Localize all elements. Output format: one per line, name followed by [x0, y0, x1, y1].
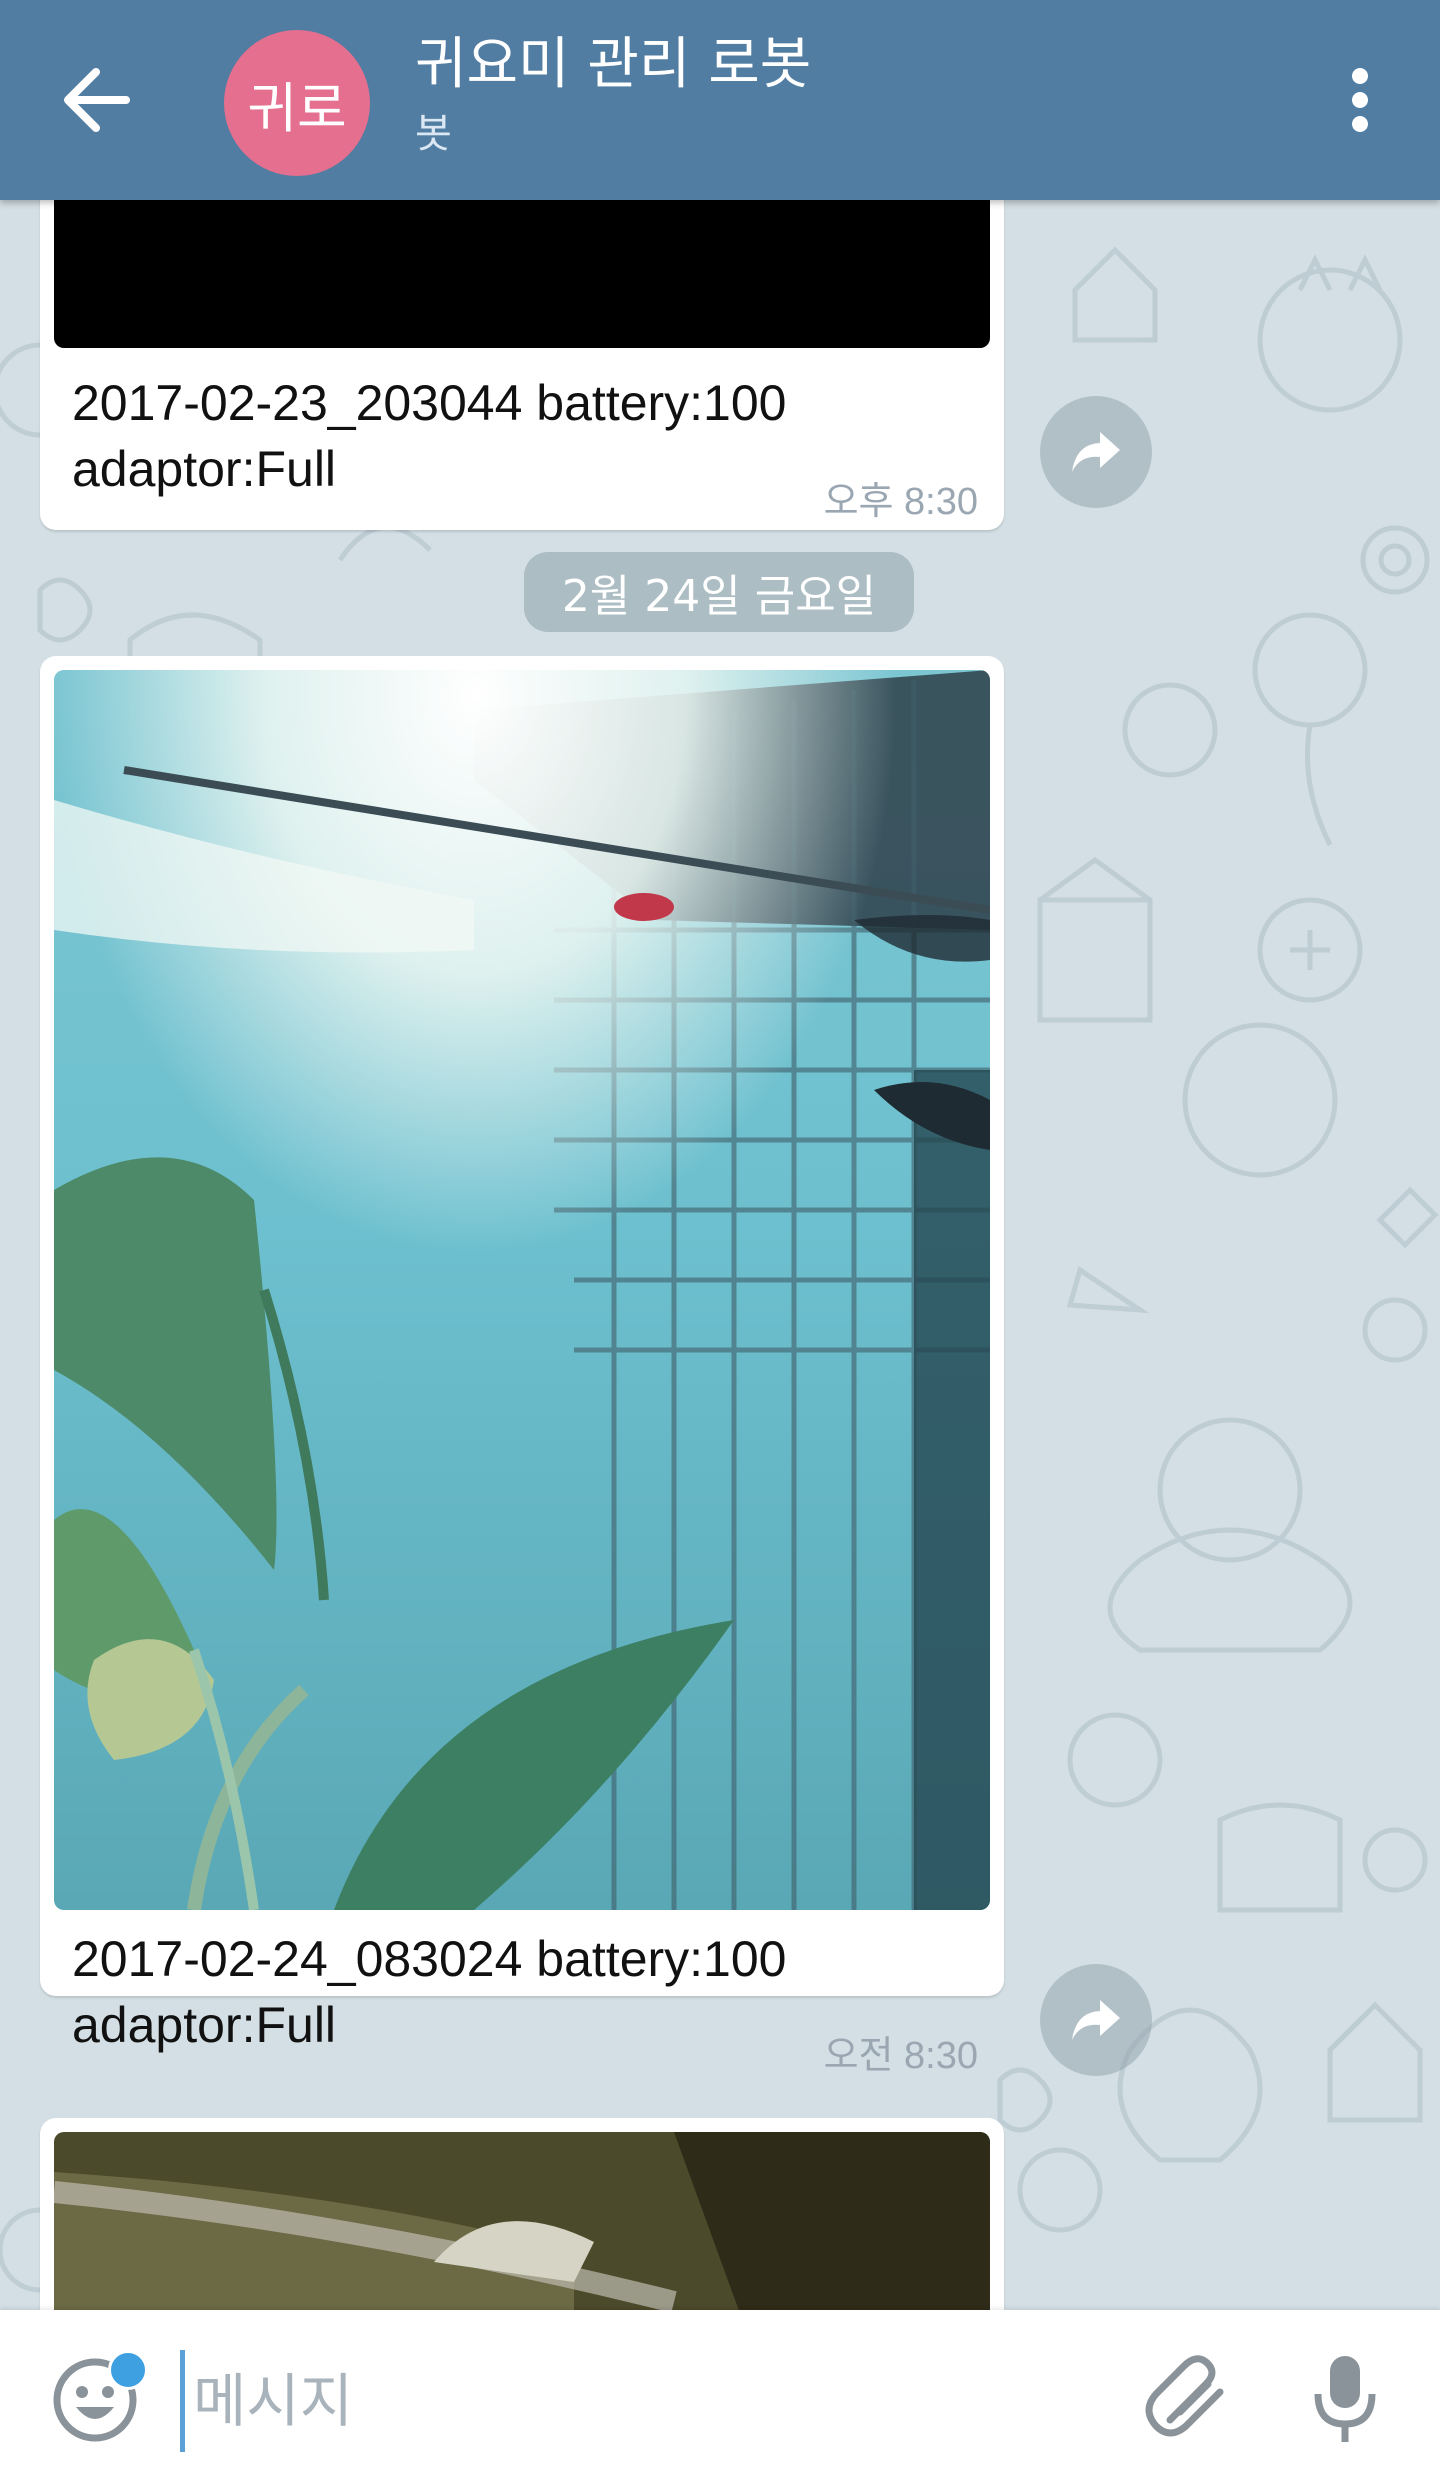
message-photo[interactable]	[54, 670, 990, 1910]
chat-header: 귀로 귀요미 관리 로봇 봇	[0, 0, 1440, 200]
more-menu-button[interactable]	[1320, 60, 1400, 140]
avatar-initials: 귀로	[247, 76, 347, 140]
share-button[interactable]	[1040, 396, 1152, 508]
message-time: 오전 8:30	[823, 2035, 978, 2077]
message-input[interactable]	[180, 2350, 1095, 2452]
photo-message[interactable]	[40, 2118, 1004, 2310]
more-vert-icon	[1352, 68, 1368, 132]
share-arrow-icon	[1072, 432, 1120, 472]
chat-title[interactable]: 귀요미 관리 로봇	[415, 30, 811, 100]
microphone-icon	[1314, 2356, 1376, 2442]
voice-button[interactable]	[1300, 2350, 1390, 2450]
paperclip-icon	[1145, 2355, 1224, 2437]
avatar[interactable]: 귀로	[224, 30, 370, 176]
message-list[interactable]: 2017-02-23_203044 battery:100 adaptor:Fu…	[0, 200, 1440, 2310]
message-photo[interactable]	[54, 200, 990, 348]
message-caption: 2017-02-24_083024 battery:100 adaptor:Fu…	[72, 1931, 787, 2053]
notification-dot	[108, 2350, 148, 2390]
arrow-left-icon	[64, 68, 130, 132]
back-button[interactable]	[40, 55, 150, 145]
message-photo[interactable]	[54, 2132, 990, 2310]
message-caption: 2017-02-23_203044 battery:100 adaptor:Fu…	[72, 375, 787, 497]
photo-message[interactable]: 2017-02-23_203044 battery:100 adaptor:Fu…	[40, 200, 1004, 530]
date-separator: 2월 24일 금요일	[524, 552, 914, 632]
share-button[interactable]	[1040, 1964, 1152, 2076]
photo-message[interactable]: 2017-02-24_083024 battery:100 adaptor:Fu…	[40, 656, 1004, 2077]
message-time: 오후 8:30	[823, 481, 978, 523]
chat-subtitle: 봇	[415, 111, 452, 157]
message-composer	[0, 2310, 1440, 2480]
share-arrow-icon	[1072, 2000, 1120, 2040]
attach-button[interactable]	[1140, 2350, 1240, 2450]
